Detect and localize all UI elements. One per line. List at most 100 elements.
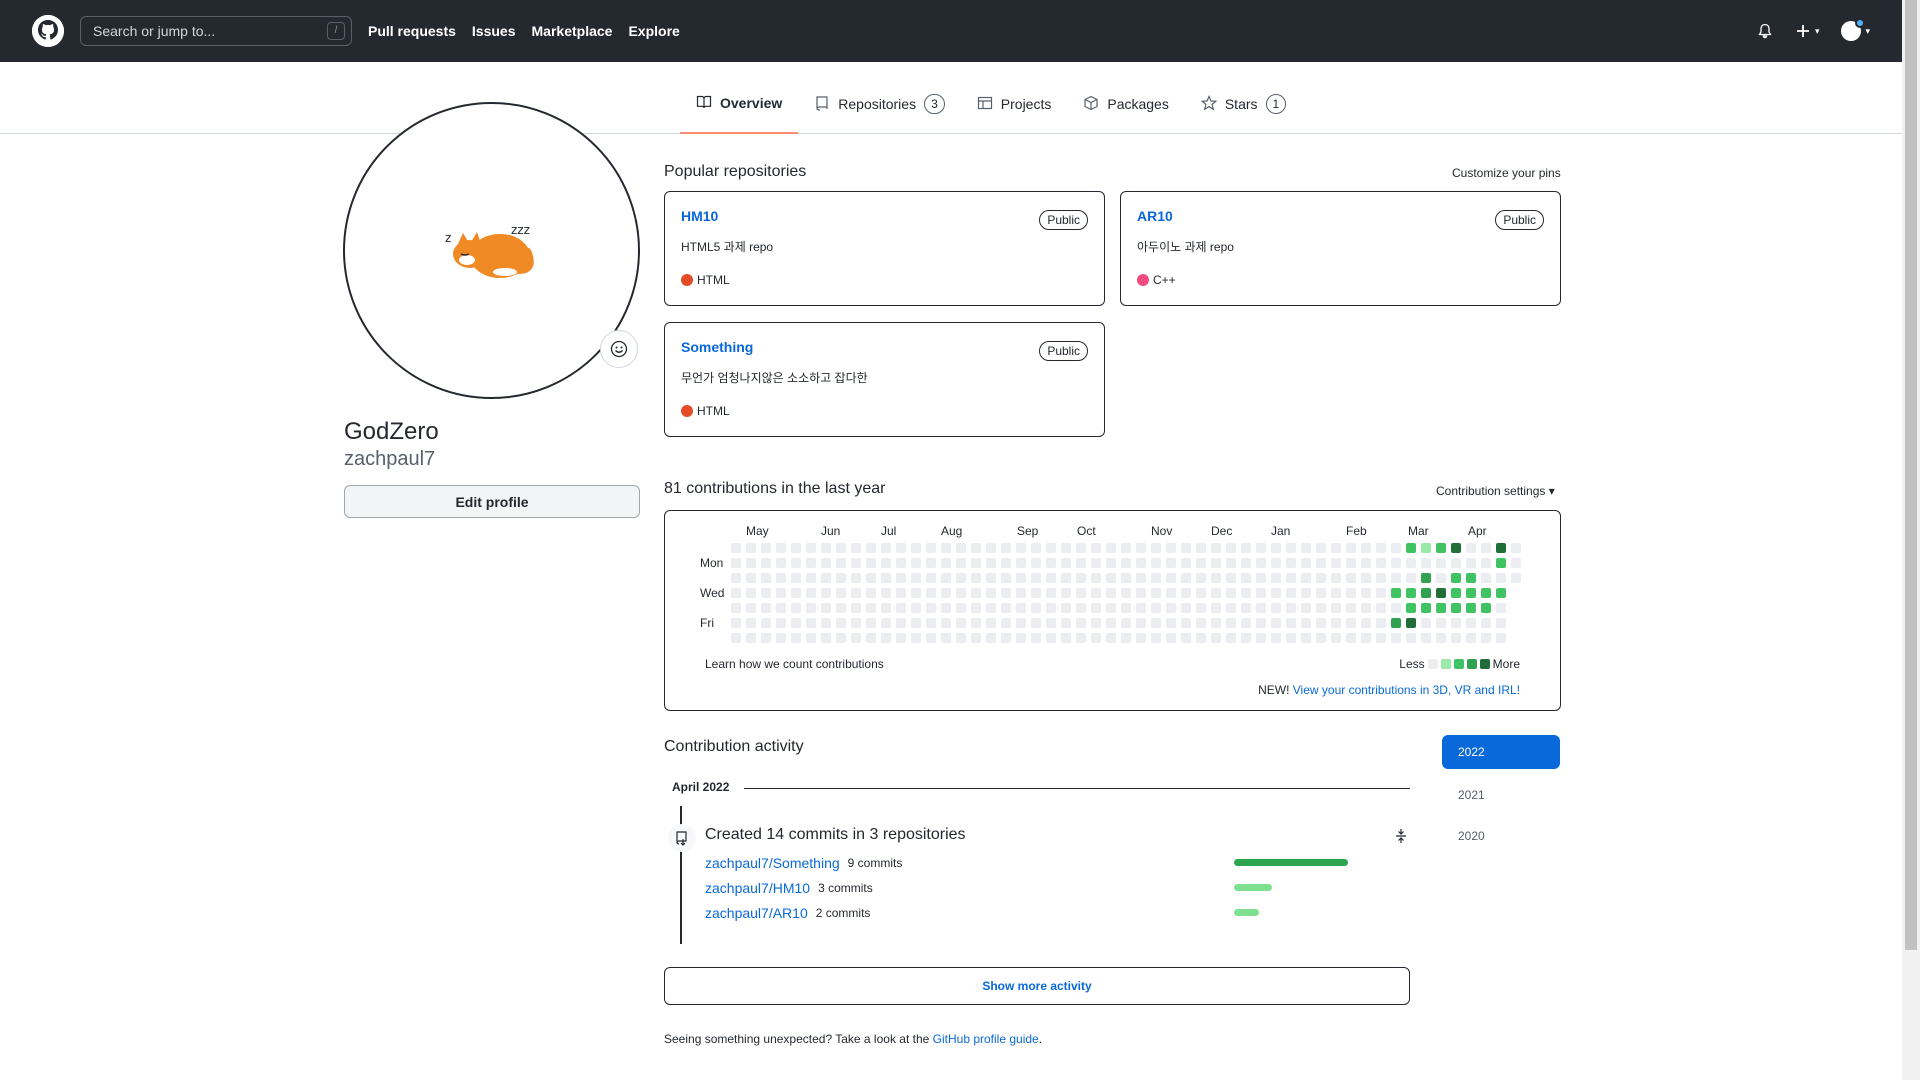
contribution-cell[interactable] <box>1376 603 1386 613</box>
contribution-cell[interactable] <box>1196 633 1206 643</box>
contribution-cell[interactable] <box>1001 618 1011 628</box>
contribution-cell[interactable] <box>1451 603 1461 613</box>
contribution-cell[interactable] <box>881 543 891 553</box>
contribution-cell[interactable] <box>1436 543 1446 553</box>
contribution-cell[interactable] <box>761 588 771 598</box>
contribution-cell[interactable] <box>776 603 786 613</box>
commit-repo-link[interactable]: zachpaul7/HM10 <box>705 880 810 896</box>
tab-stars[interactable]: Stars 1 <box>1185 90 1302 134</box>
contribution-cell[interactable] <box>821 618 831 628</box>
contribution-cell[interactable] <box>1106 618 1116 628</box>
contribution-cell[interactable] <box>1046 543 1056 553</box>
contribution-cell[interactable] <box>1346 588 1356 598</box>
contribution-cell[interactable] <box>746 633 756 643</box>
plus-icon[interactable]: ▾ <box>1795 23 1819 39</box>
contribution-cell[interactable] <box>1301 558 1311 568</box>
contribution-cell[interactable] <box>1286 633 1296 643</box>
contribution-cell[interactable] <box>791 603 801 613</box>
contribution-cell[interactable] <box>1496 543 1506 553</box>
contribution-cell[interactable] <box>1151 618 1161 628</box>
contribution-cell[interactable] <box>1466 633 1476 643</box>
contribution-cell[interactable] <box>1166 588 1176 598</box>
contribution-cell[interactable] <box>1106 558 1116 568</box>
contribution-cell[interactable] <box>761 558 771 568</box>
contribution-cell[interactable] <box>1361 618 1371 628</box>
contribution-cell[interactable] <box>806 618 816 628</box>
contribution-cell[interactable] <box>1286 603 1296 613</box>
contribution-cell[interactable] <box>1166 603 1176 613</box>
contribution-cell[interactable] <box>806 558 816 568</box>
contribution-cell[interactable] <box>1361 633 1371 643</box>
contribution-cell[interactable] <box>1316 588 1326 598</box>
contribution-cell[interactable] <box>896 618 906 628</box>
contribution-cell[interactable] <box>821 603 831 613</box>
contribution-cell[interactable] <box>1136 558 1146 568</box>
contribution-cell[interactable] <box>1376 588 1386 598</box>
contribution-cell[interactable] <box>791 573 801 583</box>
contribution-cell[interactable] <box>1421 603 1431 613</box>
contribution-cell[interactable] <box>806 543 816 553</box>
contribution-cell[interactable] <box>956 618 966 628</box>
contribution-cell[interactable] <box>1061 588 1071 598</box>
contribution-cell[interactable] <box>896 588 906 598</box>
contribution-cell[interactable] <box>1181 618 1191 628</box>
contribution-cell[interactable] <box>1106 633 1116 643</box>
contribution-cell[interactable] <box>1076 588 1086 598</box>
contribution-cell[interactable] <box>1151 573 1161 583</box>
contribution-cell[interactable] <box>1121 558 1131 568</box>
contribution-cell[interactable] <box>1211 543 1221 553</box>
contribution-cell[interactable] <box>1151 543 1161 553</box>
contribution-cell[interactable] <box>1121 543 1131 553</box>
contribution-cell[interactable] <box>836 618 846 628</box>
contribution-cell[interactable] <box>1451 558 1461 568</box>
contribution-cell[interactable] <box>1286 588 1296 598</box>
contribution-cell[interactable] <box>1061 543 1071 553</box>
contribution-cell[interactable] <box>1481 618 1491 628</box>
contribution-cell[interactable] <box>1451 543 1461 553</box>
contribution-cell[interactable] <box>1256 618 1266 628</box>
contribution-cell[interactable] <box>836 588 846 598</box>
contribution-cell[interactable] <box>731 603 741 613</box>
contribution-cell[interactable] <box>791 588 801 598</box>
contribution-cell[interactable] <box>1031 588 1041 598</box>
contribution-cell[interactable] <box>1106 543 1116 553</box>
contribution-cell[interactable] <box>1301 543 1311 553</box>
contribution-cell[interactable] <box>1361 543 1371 553</box>
contribution-cell[interactable] <box>1436 633 1446 643</box>
contribution-cell[interactable] <box>1466 603 1476 613</box>
contribution-cell[interactable] <box>1031 573 1041 583</box>
contribution-cell[interactable] <box>1436 558 1446 568</box>
contribution-cell[interactable] <box>911 633 921 643</box>
contribution-cell[interactable] <box>1001 558 1011 568</box>
contribution-cell[interactable] <box>1316 573 1326 583</box>
edit-profile-button[interactable]: Edit profile <box>344 485 640 518</box>
contribution-cell[interactable] <box>1376 558 1386 568</box>
contribution-cell[interactable] <box>1421 558 1431 568</box>
contribution-cell[interactable] <box>1436 603 1446 613</box>
contribution-cell[interactable] <box>1226 618 1236 628</box>
contribution-cell[interactable] <box>896 603 906 613</box>
year-2022-button[interactable]: 2022 <box>1442 735 1560 769</box>
contribution-cell[interactable] <box>1436 573 1446 583</box>
contribution-cell[interactable] <box>836 603 846 613</box>
contribution-cell[interactable] <box>1271 618 1281 628</box>
nav-pull-requests[interactable]: Pull requests <box>368 23 456 39</box>
contribution-cell[interactable] <box>1466 573 1476 583</box>
contribution-cell[interactable] <box>1331 558 1341 568</box>
contribution-cell[interactable] <box>761 633 771 643</box>
contribution-cell[interactable] <box>746 618 756 628</box>
contribution-cell[interactable] <box>881 618 891 628</box>
contribution-cell[interactable] <box>1166 633 1176 643</box>
contribution-cell[interactable] <box>1181 588 1191 598</box>
contribution-cell[interactable] <box>1316 633 1326 643</box>
contribution-cell[interactable] <box>1271 543 1281 553</box>
contribution-cell[interactable] <box>1061 633 1071 643</box>
contribution-cell[interactable] <box>1331 633 1341 643</box>
contribution-cell[interactable] <box>986 573 996 583</box>
contribution-cell[interactable] <box>746 588 756 598</box>
contribution-cell[interactable] <box>851 603 861 613</box>
contribution-cell[interactable] <box>1136 573 1146 583</box>
contribution-cell[interactable] <box>1121 588 1131 598</box>
contribution-cell[interactable] <box>1061 558 1071 568</box>
contribution-cell[interactable] <box>851 543 861 553</box>
